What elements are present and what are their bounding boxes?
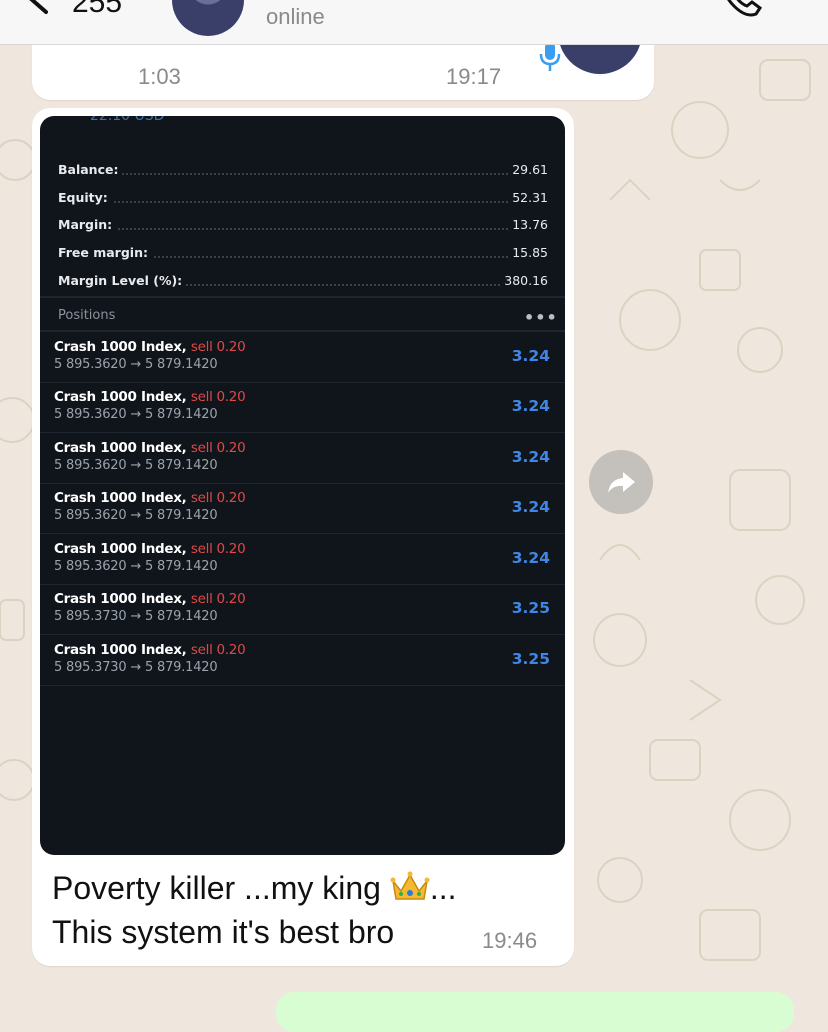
position-prices: 5 895.3730 → 5 879.1420 <box>54 609 218 624</box>
phone-icon[interactable] <box>718 0 766 22</box>
position-row: Crash 1000 Index, sell 0.20 5 895.3620 →… <box>40 483 565 534</box>
more-icon: ••• <box>524 308 558 327</box>
caption-line-2: This system it's best bro <box>52 914 395 950</box>
contact-status: online <box>266 4 325 29</box>
position-symbol: Crash 1000 Index, <box>54 490 187 506</box>
position-prices: 5 895.3620 → 5 879.1420 <box>54 559 218 574</box>
contact-avatar[interactable] <box>172 0 244 36</box>
position-side: sell 0.20 <box>190 339 246 355</box>
account-label: Balance: <box>58 162 123 177</box>
account-value: 29.61 <box>508 162 548 177</box>
account-row-equity: Equity: 52.31 <box>58 190 548 210</box>
position-profit: 3.25 <box>511 650 550 668</box>
caption-ellipsis: ... <box>429 870 457 906</box>
position-profit: 3.24 <box>511 448 550 466</box>
position-symbol: Crash 1000 Index, <box>54 591 187 607</box>
position-side: sell 0.20 <box>190 541 246 557</box>
account-value: 380.16 <box>500 273 548 288</box>
position-profit: 3.24 <box>511 397 550 415</box>
account-row-margin: Margin: 13.76 <box>58 217 548 237</box>
account-label: Equity: <box>58 190 112 205</box>
position-row: Crash 1000 Index, sell 0.20 5 895.3620 →… <box>40 382 565 433</box>
message-time: 19:46 <box>482 928 538 953</box>
outgoing-message-bubble[interactable] <box>276 992 794 1032</box>
section-divider <box>40 296 565 298</box>
position-row: Crash 1000 Index, sell 0.20 5 895.3620 →… <box>40 332 565 383</box>
position-symbol: Crash 1000 Index, <box>54 339 187 355</box>
unread-count[interactable]: 255 <box>72 0 122 20</box>
trading-screenshot-image[interactable]: 22.10 USD Balance: 29.61 Equity: 52.31 M… <box>40 116 565 855</box>
position-profit: 3.24 <box>511 347 550 365</box>
position-prices: 5 895.3620 → 5 879.1420 <box>54 508 218 523</box>
forward-icon <box>608 472 635 493</box>
position-profit: 3.24 <box>511 549 550 567</box>
voice-duration: 1:03 <box>138 64 181 89</box>
position-prices: 5 895.3620 → 5 879.1420 <box>54 407 218 422</box>
position-row: Crash 1000 Index, sell 0.20 5 895.3620 →… <box>40 534 565 585</box>
chevron-left-icon[interactable] <box>20 0 60 18</box>
account-value: 13.76 <box>508 217 548 232</box>
position-profit: 3.25 <box>511 599 550 617</box>
position-prices: 5 895.3620 → 5 879.1420 <box>54 458 218 473</box>
position-side: sell 0.20 <box>190 591 246 607</box>
position-side: sell 0.20 <box>190 440 246 456</box>
microphone-icon <box>539 42 561 71</box>
position-row: Crash 1000 Index, sell 0.20 5 895.3730 →… <box>40 635 565 686</box>
position-side: sell 0.20 <box>190 389 246 405</box>
account-row-free-margin: Free margin: 15.85 <box>58 245 548 265</box>
position-row: Crash 1000 Index, sell 0.20 5 895.3730 →… <box>40 584 565 635</box>
account-label: Free margin: <box>58 245 152 260</box>
position-prices: 5 895.3730 → 5 879.1420 <box>54 660 218 675</box>
position-symbol: Crash 1000 Index, <box>54 440 187 456</box>
crown-emoji-icon <box>390 871 430 900</box>
position-symbol: Crash 1000 Index, <box>54 541 187 557</box>
position-prices: 5 895.3620 → 5 879.1420 <box>54 357 218 372</box>
position-row: Crash 1000 Index, sell 0.20 5 895.3620 →… <box>40 433 565 484</box>
account-label: Margin: <box>58 217 117 232</box>
message-time: 19:17 <box>446 64 502 89</box>
position-profit: 3.24 <box>511 498 550 516</box>
account-label: Margin Level (%): <box>58 273 187 288</box>
forward-button[interactable] <box>589 450 653 514</box>
account-value: 15.85 <box>508 245 548 260</box>
position-symbol: Crash 1000 Index, <box>54 642 187 658</box>
position-side: sell 0.20 <box>190 490 246 506</box>
position-symbol: Crash 1000 Index, <box>54 389 187 405</box>
message-caption: Poverty killer ...my king ... This syste… <box>52 866 552 954</box>
position-side: sell 0.20 <box>190 642 246 658</box>
account-row-margin-level: Margin Level (%): 380.16 <box>58 273 548 293</box>
chat-header: 255 online <box>0 0 828 45</box>
image-message-bubble[interactable]: 22.10 USD Balance: 29.61 Equity: 52.31 M… <box>32 108 574 966</box>
positions-heading: Positions <box>58 308 116 323</box>
account-row-balance: Balance: 29.61 <box>58 162 548 182</box>
partial-profit-text: 22.10 USD <box>90 116 165 124</box>
account-value: 52.31 <box>508 190 548 205</box>
caption-line-1: Poverty killer ...my king <box>52 870 390 906</box>
